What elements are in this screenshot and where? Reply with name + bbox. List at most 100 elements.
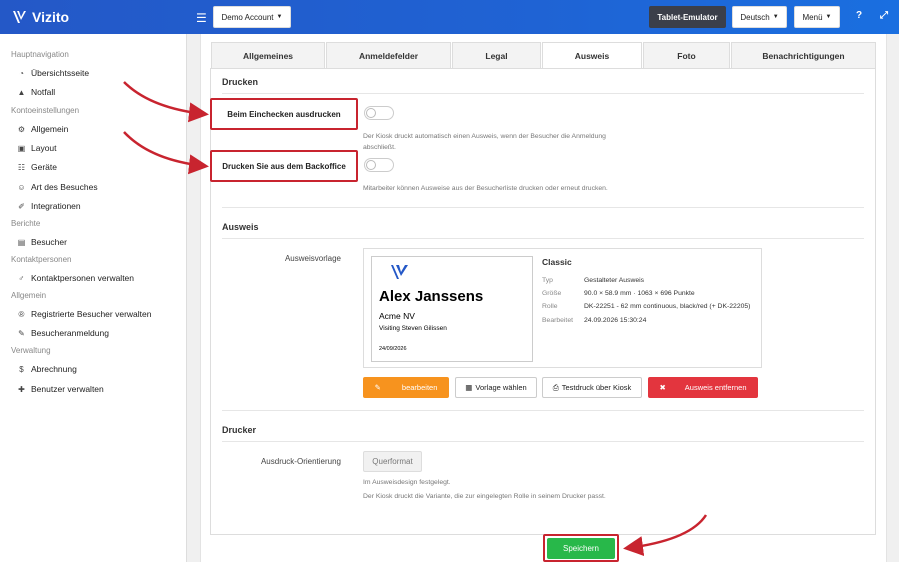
print-from-backoffice-toggle[interactable] <box>364 158 394 172</box>
tab-benachrichtigungen[interactable]: Benachrichtigungen <box>731 42 876 69</box>
sidebar-item-label: Besucher <box>31 237 67 247</box>
divider <box>222 441 864 442</box>
edit-badge-button[interactable]: ✎ bearbeiten <box>363 377 449 398</box>
question-icon[interactable]: ? <box>856 10 862 21</box>
sidebar-item-label: Art des Besuches <box>31 182 98 192</box>
image-icon: ▣ <box>17 143 26 153</box>
print-from-backoffice-label: Drucken Sie aus dem Backoffice <box>210 150 358 182</box>
orientation-help-1: Im Ausweisdesign festgelegt. <box>363 479 451 486</box>
gear-icon: ⚙ <box>17 124 26 134</box>
sidebar-item-label: Kontaktpersonen verwalten <box>31 273 135 283</box>
sidebar-item[interactable]: ® Registrierte Besucher verwalten <box>17 309 152 319</box>
tab-anmeldefelder[interactable]: Anmeldefelder <box>326 42 451 69</box>
sidebar-item[interactable]: ✐ Integrationen <box>17 201 80 211</box>
badge-visiting: Visiting Steven Gilissen <box>379 325 447 332</box>
sidebar-item[interactable]: $ Abrechnung <box>17 364 77 374</box>
sidebar-item[interactable]: ☷ Geräte <box>17 162 57 172</box>
badge-logo-icon <box>391 265 408 279</box>
hamburger-menu-icon[interactable]: ☰ <box>196 11 207 25</box>
tablet-emulator-button[interactable]: Tablet-Emulator <box>649 6 726 28</box>
caret-down-icon: ▼ <box>772 14 779 20</box>
account-dropdown[interactable]: Demo Account ▼ <box>213 6 291 28</box>
users-icon: ☺ <box>17 182 26 192</box>
language-dropdown[interactable]: Deutsch ▼ <box>732 6 787 28</box>
sidebar-item-label: Besucheranmeldung <box>31 328 109 338</box>
remove-badge-button[interactable]: ✖ Ausweis entfernen <box>648 377 758 398</box>
sidebar-section-label: Allgemein <box>11 291 47 300</box>
remove-badge-label: Ausweis entfernen <box>684 383 747 392</box>
orientation-text: Querformat <box>372 457 413 466</box>
meta-value: 90.0 × 58.9 mm · 1063 × 696 Punkte <box>584 290 695 297</box>
edit-icon: ✎ <box>374 383 381 392</box>
plug-icon: ✐ <box>18 201 25 211</box>
tab-label: Anmeldefelder <box>358 51 419 61</box>
test-print-button[interactable]: ⎙ Testdruck über Kiosk <box>542 377 642 398</box>
edit-badge-label: bearbeiten <box>401 383 438 392</box>
meta-key: Rolle <box>542 303 558 310</box>
sitemap-icon: ☷ <box>17 162 26 172</box>
caret-down-icon: ▼ <box>825 14 832 20</box>
tab-ausweis[interactable]: Ausweis <box>542 42 642 69</box>
settings-tabs: Allgemeines Anmeldefelder Legal Ausweis … <box>211 42 877 69</box>
toggle-knob <box>366 108 376 118</box>
app-logo[interactable]: Vizito <box>12 9 69 25</box>
tab-label: Ausweis <box>574 50 610 61</box>
account-label: Demo Account <box>221 12 274 22</box>
divider <box>222 93 864 94</box>
pencil-icon: ✎ <box>18 328 25 338</box>
orientation-help-2: Der Kiosk druckt die Variante, die zur e… <box>363 493 606 500</box>
print-on-checkin-help: Der Kiosk druckt automatisch einen Auswe… <box>363 133 606 151</box>
sidebar-item-label: Notfall <box>31 87 56 97</box>
caret-down-icon: ▼ <box>276 14 283 20</box>
save-button[interactable]: Speichern <box>547 538 615 559</box>
test-print-label: Testdruck über Kiosk <box>561 383 632 392</box>
ausweis-heading: Ausweis <box>222 222 259 232</box>
close-icon: ✖ <box>659 383 666 392</box>
badge-visitor-name: Alex Janssens <box>379 288 484 305</box>
divider <box>222 238 864 239</box>
book-icon: ▤ <box>17 237 26 247</box>
sidebar-item-label: Benutzer verwalten <box>31 384 104 394</box>
meta-key: Bearbeitet <box>542 317 573 324</box>
sidebar-item[interactable]: ☺ Art des Besuches <box>17 182 98 192</box>
sidebar-item[interactable]: ▤ Besucher <box>17 237 67 247</box>
sidebar-item[interactable]: ▲ Notfall <box>17 87 56 97</box>
meta-value: DK-22251 - 62 mm continuous, black/red (… <box>584 303 751 310</box>
sidebar-item[interactable]: ▣ Layout <box>17 143 57 153</box>
drucken-heading: Drucken <box>222 77 259 87</box>
sidebar-item[interactable]: ✚ Benutzer verwalten <box>17 384 104 394</box>
sidebar-item[interactable]: ◔ Übersichtsseite <box>17 68 89 78</box>
choose-template-button[interactable]: ▦ Vorlage wählen <box>455 377 537 398</box>
tab-label: Benachrichtigungen <box>762 51 845 61</box>
menu-dropdown[interactable]: Menü ▼ <box>794 6 840 28</box>
tab-foto[interactable]: Foto <box>643 42 730 69</box>
divider <box>222 207 864 208</box>
meta-key: Typ <box>542 277 553 284</box>
print-on-checkin-label: Beim Einchecken ausdrucken <box>210 98 358 130</box>
app-name: Vizito <box>32 9 70 25</box>
expand-icon[interactable]: ⤢ <box>880 10 888 21</box>
registered-icon: ® <box>18 309 25 319</box>
sidebar-section-label: Kontoeinstellungen <box>11 106 80 115</box>
toggle-knob <box>366 160 376 170</box>
tab-legal[interactable]: Legal <box>452 42 541 69</box>
sidebar-item-label: Allgemein <box>31 124 69 134</box>
divider <box>222 410 864 411</box>
sidebar-item[interactable]: ⚙ Allgemein <box>17 124 68 134</box>
print-on-checkin-text: Beim Einchecken ausdrucken <box>227 109 341 119</box>
tab-label: Foto <box>677 51 696 61</box>
print-orientation-label: Ausdruck-Orientierung <box>260 457 341 466</box>
tab-label: Allgemeines <box>242 51 294 61</box>
sidebar-item[interactable]: ♂ Kontaktpersonen verwalten <box>17 273 135 283</box>
tablet-emulator-label: Tablet-Emulator <box>657 12 718 22</box>
print-on-checkin-toggle[interactable] <box>364 106 394 120</box>
menu-label: Menü <box>802 12 823 22</box>
drucker-heading: Drucker <box>222 425 257 435</box>
sidebar-section-label: Verwaltung <box>11 346 51 355</box>
sidebar-item[interactable]: ✎ Besucheranmeldung <box>17 328 109 338</box>
warning-icon: ▲ <box>17 87 26 97</box>
vizito-logo-icon <box>13 11 26 23</box>
tab-allgemeines[interactable]: Allgemeines <box>211 42 325 69</box>
dashboard-icon: ◔ <box>19 68 24 78</box>
printer-icon: ⎙ <box>552 382 559 392</box>
